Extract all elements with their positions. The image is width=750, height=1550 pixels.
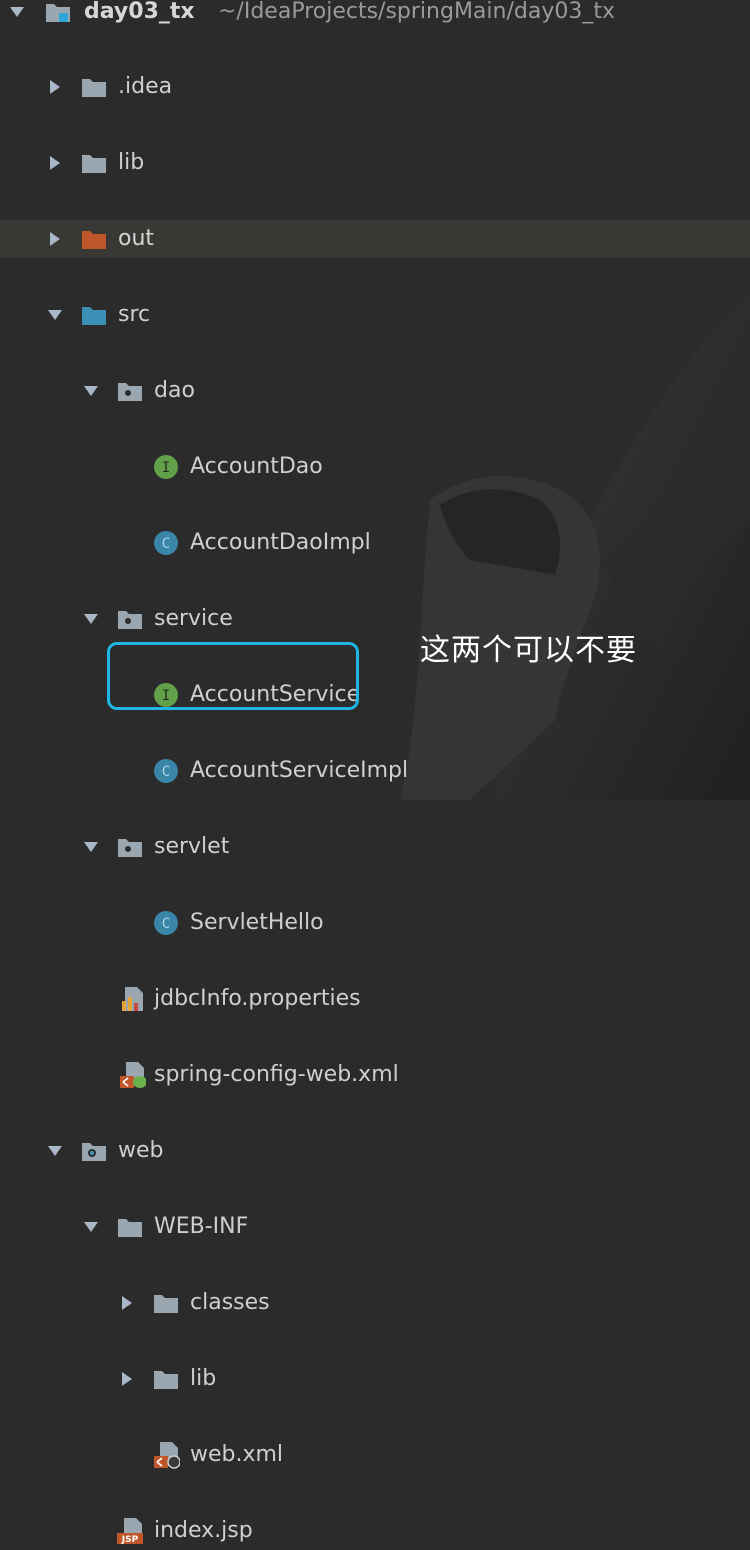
tree-row-accountserviceimpl[interactable]: C AccountServiceImpl (0, 752, 750, 790)
tree-item-label: AccountDao (190, 454, 323, 479)
tree-row-web[interactable]: web (0, 1132, 750, 1170)
tree-row-jdbcinfo[interactable]: jdbcInfo.properties (0, 980, 750, 1018)
source-folder-icon (80, 296, 108, 334)
tree-row-src[interactable]: src (0, 296, 750, 334)
root-project-name: day03_tx (84, 0, 195, 24)
folder-icon (80, 68, 108, 106)
tree-row-web-xml[interactable]: web.xml (0, 1436, 750, 1474)
class-icon: C (152, 524, 180, 562)
package-icon (116, 828, 144, 866)
tree-item-label: AccountServiceImpl (190, 758, 409, 783)
tree-row-web-inf[interactable]: WEB-INF (0, 1208, 750, 1246)
web-folder-icon (80, 1132, 108, 1170)
package-icon (116, 600, 144, 638)
chevron-right-icon[interactable] (118, 1284, 136, 1322)
tree-row-servlethello[interactable]: C ServletHello (0, 904, 750, 942)
jsp-file-icon: JSP (116, 1512, 144, 1550)
tree-item-label: web (118, 1138, 164, 1163)
chevron-down-icon[interactable] (82, 828, 100, 866)
tree-item-label: web.xml (190, 1442, 284, 1467)
module-folder-icon (44, 0, 72, 31)
tree-row-out[interactable]: out (0, 220, 750, 258)
chevron-down-icon[interactable] (46, 1132, 64, 1170)
tree-item-label: lib (190, 1366, 217, 1391)
chevron-down-icon[interactable] (46, 296, 64, 334)
folder-icon (80, 144, 108, 182)
tree-row-accountdaoimpl[interactable]: C AccountDaoImpl (0, 524, 750, 562)
chevron-down-icon[interactable] (82, 600, 100, 638)
interface-icon: I (152, 448, 180, 486)
web-xml-file-icon (152, 1436, 180, 1474)
chevron-right-icon[interactable] (46, 144, 64, 182)
svg-text:C: C (162, 536, 170, 552)
tree-item-label: classes (190, 1290, 270, 1315)
chevron-right-icon[interactable] (46, 68, 64, 106)
folder-icon (152, 1284, 180, 1322)
tree-row-lib[interactable]: lib (0, 144, 750, 182)
tree-row-idea[interactable]: .idea (0, 68, 750, 106)
chevron-down-icon[interactable] (82, 1208, 100, 1246)
svg-text:C: C (162, 764, 170, 780)
tree-item-label: out (118, 226, 155, 251)
tree-item-label: lib (118, 150, 145, 175)
annotation-highlight-box (107, 642, 359, 710)
folder-icon (116, 1208, 144, 1246)
tree-item-label: src (118, 302, 151, 327)
svg-text:I: I (162, 460, 170, 476)
chevron-right-icon[interactable] (46, 220, 64, 258)
tree-row-web-inf-lib[interactable]: lib (0, 1360, 750, 1398)
folder-icon (152, 1360, 180, 1398)
properties-file-icon (118, 980, 146, 1018)
excluded-folder-icon (80, 220, 108, 258)
class-icon: C (152, 752, 180, 790)
chevron-down-icon[interactable] (8, 0, 26, 31)
svg-text:JSP: JSP (121, 1535, 139, 1545)
tree-item-label: .idea (118, 74, 173, 99)
tree-row-service[interactable]: service (0, 600, 750, 638)
tree-item-label: ServletHello (190, 910, 324, 935)
class-icon: C (152, 904, 180, 942)
tree-item-label: index.jsp (154, 1518, 253, 1543)
chevron-right-icon[interactable] (118, 1360, 136, 1398)
tree-item-label: AccountDaoImpl (190, 530, 371, 555)
tree-item-label: spring-config-web.xml (154, 1062, 399, 1087)
package-icon (116, 372, 144, 410)
svg-text:C: C (162, 916, 170, 932)
root-project-path: ~/IdeaProjects/springMain/day03_tx (218, 0, 615, 24)
tree-row-dao[interactable]: dao (0, 372, 750, 410)
tree-row-spring-config[interactable]: spring-config-web.xml (0, 1056, 750, 1094)
tree-item-label: dao (154, 378, 195, 403)
tree-item-label: servlet (154, 834, 230, 859)
tree-row-index-jsp[interactable]: JSP index.jsp (0, 1512, 750, 1550)
tree-item-label: jdbcInfo.properties (154, 986, 361, 1011)
annotation-text: 这两个可以不要 (420, 633, 637, 668)
spring-xml-file-icon (118, 1056, 146, 1094)
tree-row-root[interactable]: day03_tx ~/IdeaProjects/springMain/day03… (0, 0, 750, 31)
tree-item-label: service (154, 606, 233, 631)
tree-row-servlet[interactable]: servlet (0, 828, 750, 866)
tree-row-classes[interactable]: classes (0, 1284, 750, 1322)
chevron-down-icon[interactable] (82, 372, 100, 410)
tree-item-label: WEB-INF (154, 1214, 249, 1239)
tree-row-accountdao[interactable]: I AccountDao (0, 448, 750, 486)
